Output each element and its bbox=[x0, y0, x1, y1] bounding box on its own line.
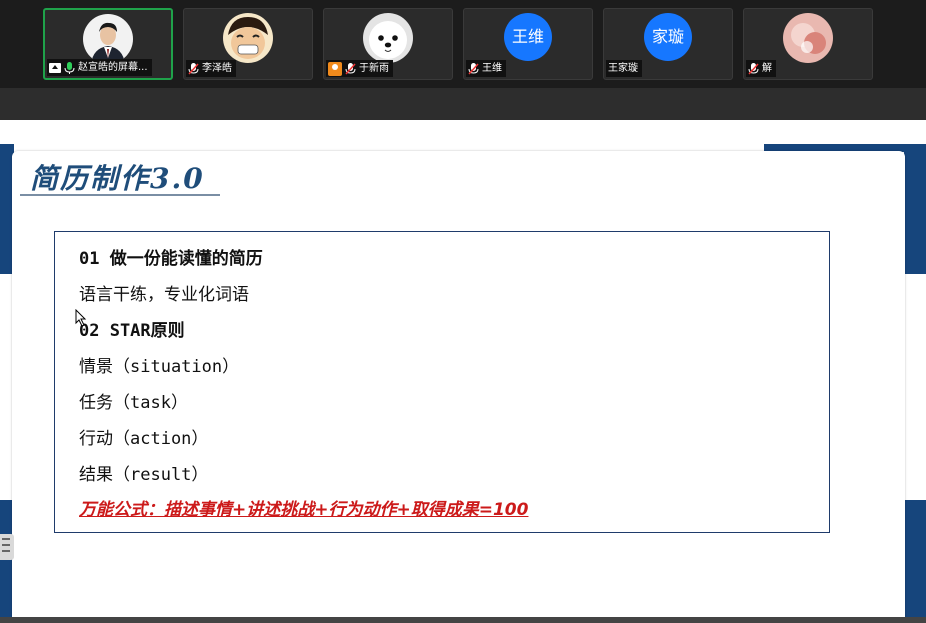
participant-name-bar: 赵宣皓的屏幕... bbox=[47, 59, 152, 76]
participant-name-bar: 于新雨 bbox=[326, 60, 393, 77]
participant-tile-6[interactable]: 解 bbox=[743, 8, 873, 80]
bottom-strip bbox=[0, 617, 926, 623]
participant-tile-1[interactable]: 赵宣皓的屏幕... bbox=[43, 8, 173, 80]
participant-name: 王维 bbox=[482, 63, 502, 74]
content-line: 任务（task） bbox=[79, 393, 188, 413]
content-line: 语言干练，专业化词语 bbox=[79, 285, 249, 305]
slide-title: 简历制作3.0 bbox=[30, 162, 205, 195]
participant-name: 李泽皓 bbox=[202, 63, 232, 74]
participant-tile-5[interactable]: 家璇 王家璇 bbox=[603, 8, 733, 80]
formula-text: 万能公式：描述事情+讲述挑战+行为动作+取得成果=100 bbox=[79, 500, 529, 520]
toolbar-gap bbox=[0, 88, 926, 120]
decor-band bbox=[904, 144, 926, 274]
content-box: 01 做一份能读懂的简历 语言干练，专业化词语 02 STAR原则 情景（sit… bbox=[54, 231, 830, 533]
menu-icon[interactable] bbox=[0, 534, 14, 560]
participant-avatar bbox=[363, 13, 413, 63]
participant-name-bar: 李泽皓 bbox=[186, 60, 236, 77]
shared-screen: 简历制作3.0 01 做一份能读懂的简历 语言干练，专业化词语 02 STAR原… bbox=[0, 120, 926, 623]
decor-band bbox=[904, 500, 926, 623]
section-heading: 01 做一份能读懂的简历 bbox=[79, 249, 263, 269]
participant-tile-3[interactable]: 于新雨 bbox=[323, 8, 453, 80]
mic-muted-icon bbox=[748, 62, 759, 75]
participant-name: 赵宣皓的屏幕... bbox=[78, 62, 148, 73]
slide: 简历制作3.0 01 做一份能读懂的简历 语言干练，专业化词语 02 STAR原… bbox=[12, 151, 905, 623]
mic-active-icon bbox=[64, 61, 75, 74]
mic-muted-icon bbox=[188, 62, 199, 75]
content-line: 结果（result） bbox=[79, 465, 209, 485]
participant-text-avatar: 家璇 bbox=[644, 13, 692, 61]
section-heading: 02 STAR原则 bbox=[79, 321, 185, 341]
participant-text-avatar: 王维 bbox=[504, 13, 552, 61]
participant-name: 王家璇 bbox=[608, 63, 638, 74]
participant-tile-4[interactable]: 王维 王维 bbox=[463, 8, 593, 80]
participant-avatar bbox=[83, 14, 133, 64]
participant-avatar bbox=[223, 13, 273, 63]
content-line: 情景（situation） bbox=[79, 357, 240, 377]
participant-strip: 赵宣皓的屏幕... 李泽皓 于新雨 王维 王维 家璇 王家璇 解 bbox=[0, 0, 926, 88]
mouse-cursor-icon bbox=[75, 309, 87, 327]
participant-avatar bbox=[783, 13, 833, 63]
title-underline bbox=[20, 194, 220, 196]
participant-name: 解 bbox=[762, 63, 772, 74]
participant-name-bar: 王家璇 bbox=[606, 60, 642, 77]
participant-name-bar: 解 bbox=[746, 60, 776, 77]
mic-muted-icon bbox=[468, 62, 479, 75]
participant-name-bar: 王维 bbox=[466, 60, 506, 77]
camera-icon bbox=[328, 61, 342, 76]
mic-muted-icon bbox=[345, 62, 356, 75]
participant-tile-2[interactable]: 李泽皓 bbox=[183, 8, 313, 80]
share-screen-icon bbox=[49, 62, 61, 73]
participant-name: 于新雨 bbox=[359, 63, 389, 74]
content-line: 行动（action） bbox=[79, 429, 209, 449]
